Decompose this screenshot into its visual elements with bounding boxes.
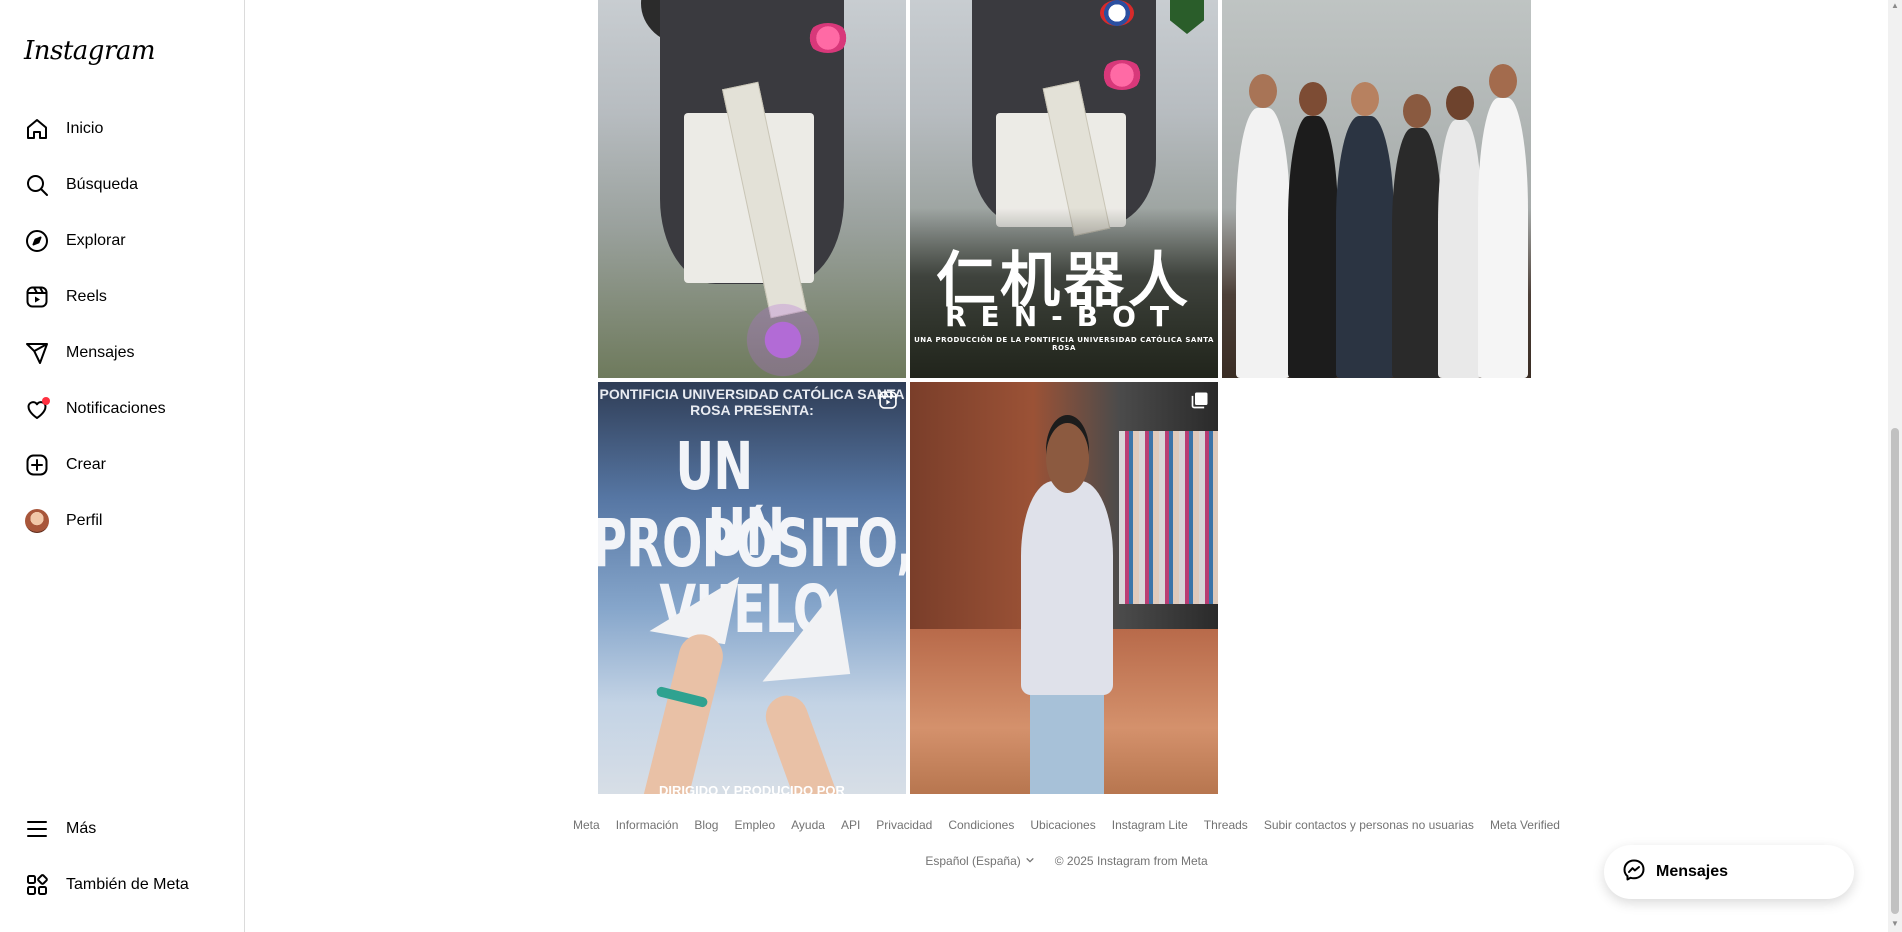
person	[1236, 74, 1290, 378]
sidebar-item-label: Búsqueda	[66, 176, 139, 193]
person	[1392, 94, 1442, 378]
sidebar-item-label: Notificaciones	[66, 400, 166, 417]
lotus-flower	[807, 22, 850, 53]
person-head	[1351, 82, 1379, 116]
purple-flowers	[736, 302, 829, 378]
sidebar-item-label: Reels	[66, 288, 107, 305]
sidebar-item-perfil[interactable]: Perfil	[12, 497, 234, 545]
scroll-up-arrow-icon[interactable]: ▲	[1891, 2, 1899, 10]
footer-link[interactable]: Meta Verified	[1490, 818, 1560, 832]
messages-floating-button[interactable]: Mensajes	[1604, 845, 1854, 899]
reel-badge-icon	[878, 390, 898, 410]
sidebar: Instagram Inicio Búsqueda Explorar Reels	[0, 0, 245, 932]
scrollbar[interactable]: ▲ ▼	[1888, 0, 1902, 932]
poster-footer-text: DIRIGIDO Y PRODUCIDO POR	[659, 783, 845, 794]
footer-links: Meta Información Blog Empleo Ayuda API P…	[245, 818, 1888, 832]
person-body	[1020, 480, 1114, 696]
poster-subtitle: UNA PRODUCCIÓN DE LA PONTIFICIA UNIVERSI…	[914, 336, 1214, 352]
sidebar-item-mensajes[interactable]: Mensajes	[12, 329, 234, 377]
post-thumbnail[interactable]: 仁机器人 REN-BOT UNA PRODUCCIÓN DE LA PONTIF…	[910, 0, 1218, 378]
footer-link[interactable]: Ubicaciones	[1030, 818, 1095, 832]
sidebar-item-label: Crear	[66, 456, 107, 473]
footer-link[interactable]: Información	[616, 818, 679, 832]
sidebar-nav: Inicio Búsqueda Explorar Reels Mensajes	[12, 105, 234, 553]
footer-link[interactable]: Blog	[694, 818, 718, 832]
post-thumbnail[interactable]	[910, 382, 1218, 794]
sidebar-item-label: Explorar	[66, 232, 126, 249]
person	[1438, 86, 1482, 378]
person-head	[1249, 74, 1277, 108]
sidebar-item-inicio[interactable]: Inicio	[12, 105, 234, 153]
poster-title: REN-BOT	[945, 300, 1183, 333]
footer-link[interactable]: Threads	[1204, 818, 1248, 832]
person-head	[1403, 94, 1431, 128]
chevron-down-icon	[1025, 854, 1035, 868]
person-head	[1045, 423, 1089, 494]
post-thumbnail[interactable]	[598, 0, 906, 378]
hamburger-icon	[24, 816, 50, 842]
sidebar-item-label: Mensajes	[66, 344, 135, 361]
reels-icon	[24, 284, 50, 310]
footer-link[interactable]: Empleo	[734, 818, 775, 832]
footer-link[interactable]: Privacidad	[876, 818, 932, 832]
person-head	[1489, 64, 1517, 98]
messenger-icon	[24, 340, 50, 366]
sidebar-item-label: Inicio	[66, 120, 104, 137]
person-head	[1299, 82, 1327, 116]
language-selector[interactable]: Español (España)	[925, 854, 1034, 868]
instagram-logo[interactable]: Instagram	[24, 36, 156, 66]
sidebar-item-label: También de Meta	[66, 876, 189, 893]
post-thumbnail[interactable]: PONTIFICIA UNIVERSIDAD CATÓLICA SANTA RO…	[598, 382, 906, 794]
sidebar-item-crear[interactable]: Crear	[12, 441, 234, 489]
footer-link[interactable]: Subir contactos y personas no usuarias	[1264, 818, 1474, 832]
plus-square-icon	[24, 452, 50, 478]
footer-link[interactable]: Meta	[573, 818, 600, 832]
sidebar-item-label: Perfil	[66, 512, 103, 529]
carousel-badge-icon	[1190, 390, 1210, 410]
sidebar-item-explorar[interactable]: Explorar	[12, 217, 234, 265]
sidebar-item-mas[interactable]: Más	[12, 805, 234, 853]
university-logo-icon	[1100, 0, 1134, 26]
person	[1336, 82, 1394, 378]
sidebar-item-label: Más	[66, 820, 97, 837]
messages-button-label: Mensajes	[1656, 863, 1729, 880]
footer-link[interactable]: Instagram Lite	[1112, 818, 1188, 832]
sidebar-item-busqueda[interactable]: Búsqueda	[12, 161, 234, 209]
arm	[759, 689, 855, 794]
arm	[636, 629, 728, 794]
notification-dot	[42, 397, 50, 405]
post-thumbnail[interactable]	[1222, 0, 1531, 378]
person-head	[1446, 86, 1474, 120]
person	[1288, 82, 1338, 378]
shield-logo-icon	[1170, 0, 1204, 34]
heart-icon	[24, 396, 50, 422]
sidebar-item-notificaciones[interactable]: Notificaciones	[12, 385, 234, 433]
language-label: Español (España)	[925, 854, 1021, 868]
messenger-chat-icon	[1622, 858, 1646, 887]
scrollbar-thumb[interactable]	[1891, 428, 1899, 914]
footer-link[interactable]: API	[841, 818, 860, 832]
copyright-text: © 2025 Instagram from Meta	[1054, 854, 1208, 868]
footer-link[interactable]: Ayuda	[791, 818, 825, 832]
clothing-rack	[1119, 431, 1218, 605]
home-icon	[24, 116, 50, 142]
search-icon	[24, 172, 50, 198]
sidebar-item-reels[interactable]: Reels	[12, 273, 234, 321]
compass-icon	[24, 228, 50, 254]
sidebar-bottom-nav: Más También de Meta	[12, 805, 234, 917]
avatar	[25, 509, 49, 533]
scroll-down-arrow-icon[interactable]: ▼	[1891, 920, 1899, 928]
sidebar-item-tambien-de-meta[interactable]: También de Meta	[12, 861, 234, 909]
person	[1478, 64, 1528, 378]
poster-header-text: PONTIFICIA UNIVERSIDAD CATÓLICA SANTA RO…	[599, 386, 905, 418]
meta-apps-icon	[24, 872, 50, 898]
footer-link[interactable]: Condiciones	[948, 818, 1014, 832]
avatar-wrapper	[24, 508, 50, 534]
